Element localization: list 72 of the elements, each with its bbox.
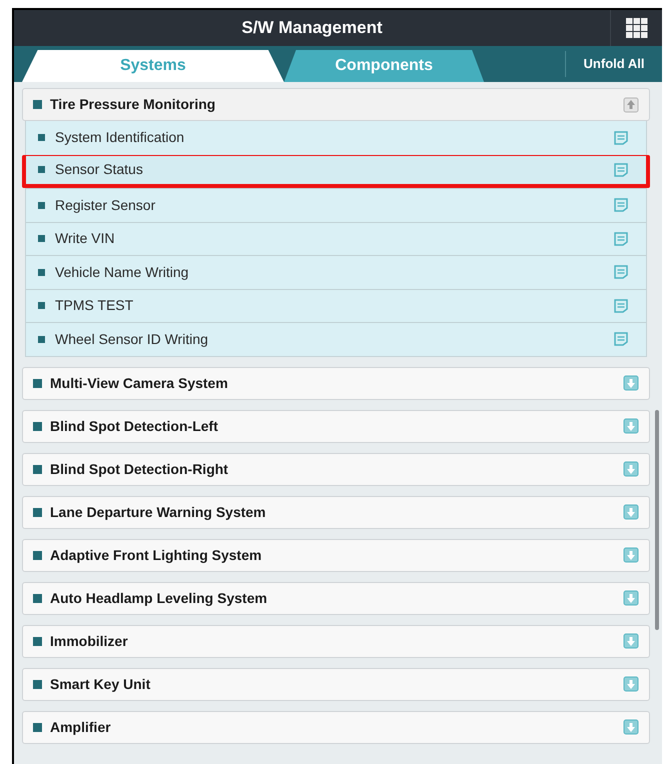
document-icon[interactable] [613, 264, 629, 280]
bullet-icon [33, 422, 42, 430]
bullet-icon [33, 636, 42, 646]
bullet-icon [33, 100, 42, 109]
expand-icon[interactable] [623, 633, 639, 649]
item-label: System Identification [55, 128, 186, 148]
document-icon[interactable] [613, 162, 629, 178]
group-header[interactable]: Blind Spot Detection-Right [22, 452, 650, 486]
bullet-icon [33, 594, 42, 602]
group-title: Blind Spot Detection-Right [50, 460, 230, 479]
menu-item[interactable]: Write VIN [26, 222, 646, 255]
menu-item[interactable]: Wheel Sensor ID Writing [26, 322, 646, 356]
expand-icon[interactable] [623, 719, 639, 735]
group-header[interactable]: Smart Key Unit [22, 668, 650, 700]
bullet-icon [33, 680, 42, 688]
item-label: Write VIN [55, 229, 116, 248]
group-header[interactable]: Blind Spot Detection-Left [22, 410, 650, 442]
group-title: Auto Headlamp Leveling System [50, 588, 268, 608]
bullet-icon [38, 166, 45, 174]
group-title: Immobilizer [50, 632, 129, 650]
expand-icon[interactable] [623, 504, 639, 520]
group-header[interactable]: Amplifier [22, 710, 650, 744]
document-icon[interactable] [613, 230, 629, 247]
group-header[interactable]: Lane Departure Warning System [22, 496, 650, 528]
bullet-icon [33, 464, 42, 474]
document-icon[interactable] [613, 331, 629, 348]
bullet-icon [38, 302, 45, 310]
expand-icon[interactable] [623, 418, 639, 434]
group-header[interactable]: Immobilizer [22, 624, 650, 658]
bullet-icon [38, 268, 45, 276]
group-header[interactable]: Multi-View Camera System [22, 366, 650, 400]
menu-item[interactable]: System Identification [26, 121, 646, 154]
item-label: Sensor Status [55, 160, 144, 180]
group-title: Tire Pressure Monitoring [50, 95, 216, 114]
item-label: Vehicle Name Writing [55, 262, 190, 282]
bullet-icon [33, 508, 42, 516]
group-title: Blind Spot Detection-Left [50, 416, 219, 436]
unfold-all-button[interactable]: Unfold All [566, 46, 662, 82]
bullet-icon [38, 202, 45, 209]
item-label: TPMS TEST [55, 296, 134, 316]
group-title: Multi-View Camera System [50, 374, 229, 393]
expand-icon[interactable] [623, 461, 639, 477]
menu-item[interactable]: Sensor Status [22, 154, 650, 188]
bullet-icon [33, 722, 42, 732]
menu-item[interactable]: TPMS TEST [26, 288, 646, 322]
bullet-icon [38, 235, 45, 242]
group-title: Smart Key Unit [50, 674, 152, 694]
window-title: S/W Management [240, 17, 384, 40]
item-label: Register Sensor [55, 196, 156, 215]
scrollbar[interactable] [655, 410, 659, 630]
collapse-icon[interactable] [623, 96, 639, 112]
group-header[interactable]: Auto Headlamp Leveling System [22, 582, 650, 614]
document-icon[interactable] [613, 298, 629, 314]
group-header[interactable]: Tire Pressure Monitoring [22, 88, 650, 121]
document-icon[interactable] [613, 130, 629, 146]
group-header[interactable]: Adaptive Front Lighting System [22, 538, 650, 572]
group-title: Lane Departure Warning System [50, 502, 267, 522]
bullet-icon [33, 550, 42, 560]
expand-icon[interactable] [623, 676, 639, 692]
expand-icon[interactable] [623, 375, 639, 391]
item-label: Wheel Sensor ID Writing [55, 330, 210, 349]
menu-item[interactable]: Register Sensor [26, 188, 646, 222]
menu-item[interactable]: Vehicle Name Writing [26, 255, 646, 288]
group-title: Adaptive Front Lighting System [50, 546, 263, 565]
expand-icon[interactable] [623, 590, 639, 606]
bullet-icon [33, 378, 42, 388]
group-title: Amplifier [50, 718, 112, 737]
expand-icon[interactable] [623, 547, 639, 563]
bullet-icon [38, 134, 45, 142]
bullet-icon [38, 336, 45, 343]
grid-icon [626, 18, 648, 38]
document-icon[interactable] [613, 197, 629, 214]
